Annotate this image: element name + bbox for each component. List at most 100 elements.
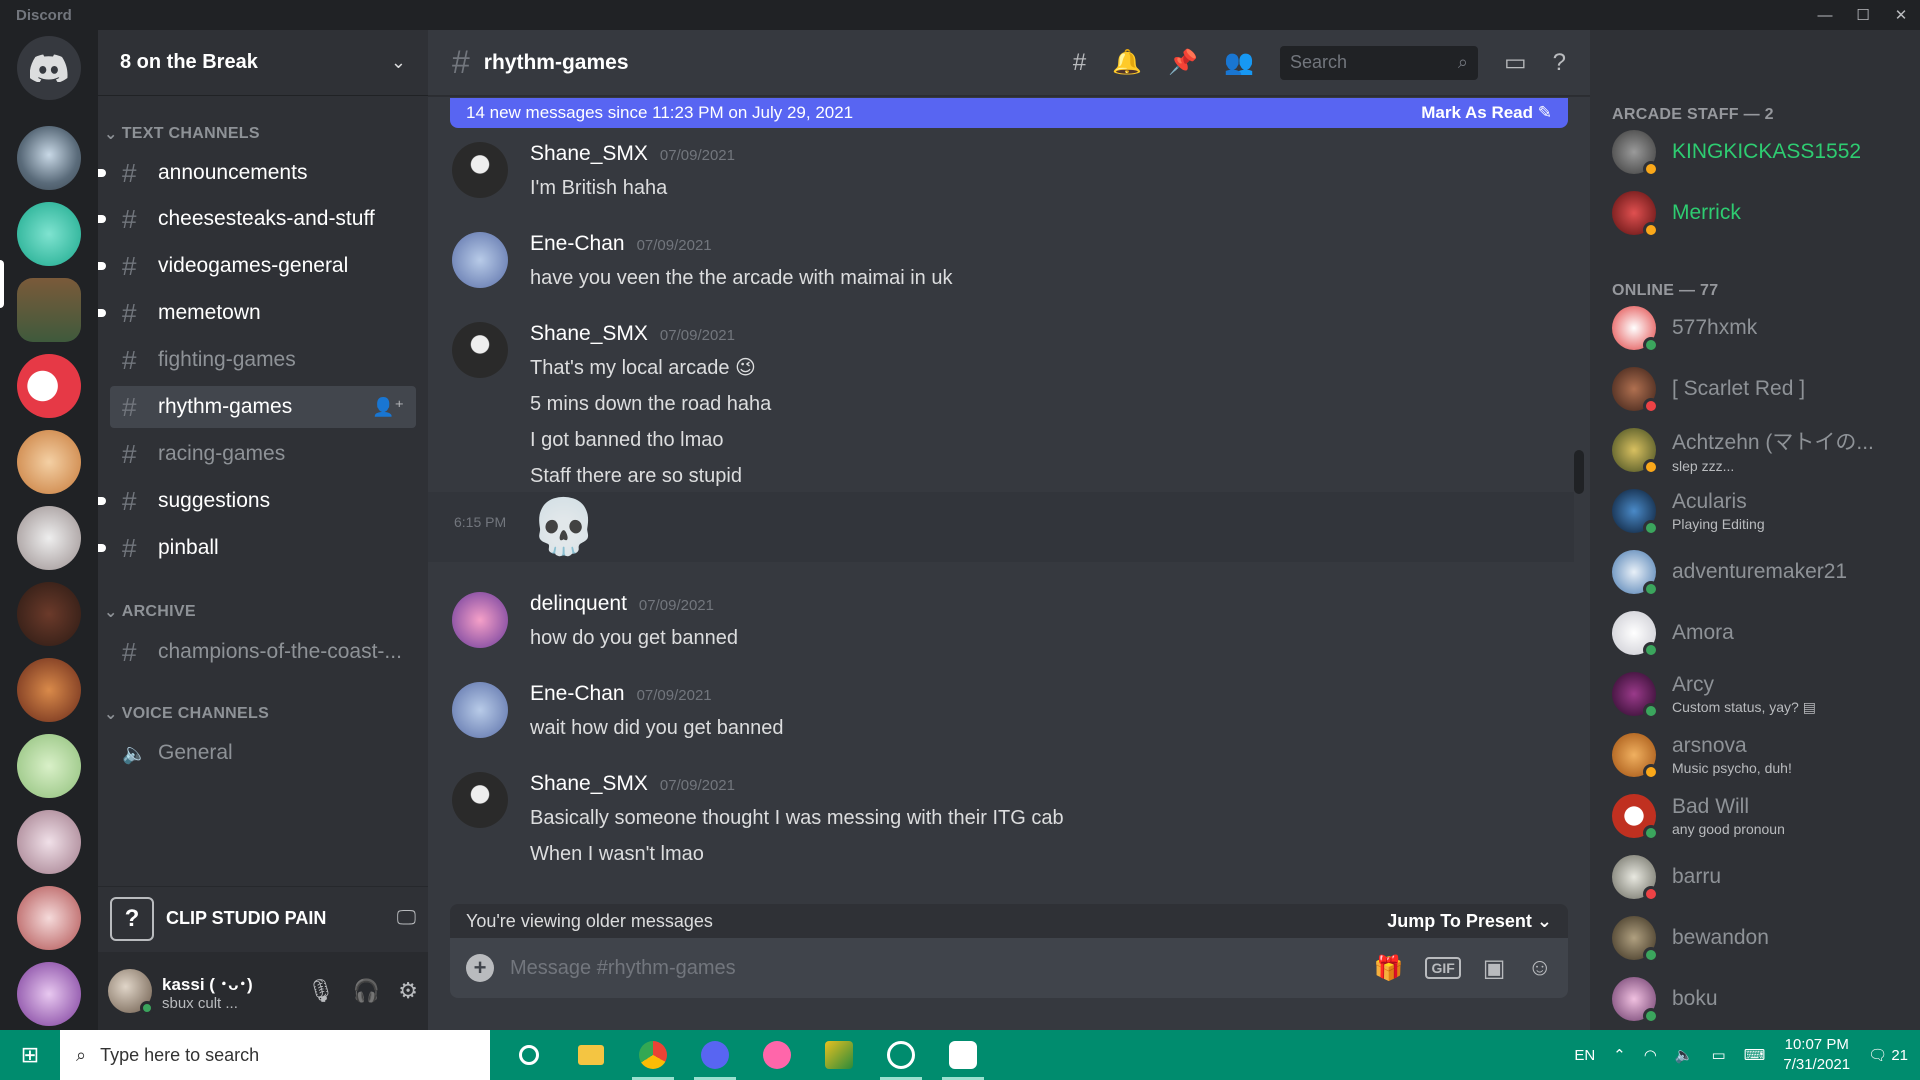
member-item[interactable]: bewandon — [1612, 910, 1908, 966]
help-icon[interactable]: ? — [1553, 49, 1566, 77]
osu-icon[interactable] — [746, 1030, 808, 1080]
server-icon[interactable] — [17, 810, 81, 874]
member-item[interactable]: boku — [1612, 971, 1908, 1027]
taskbar-search-input[interactable]: ⌕ Type here to search — [60, 1030, 490, 1080]
category-voice-channels[interactable]: ⌄ VOICE CHANNELS — [104, 704, 269, 724]
server-icon[interactable] — [17, 430, 81, 494]
wifi-icon[interactable]: ◠ — [1644, 1046, 1657, 1064]
server-icon[interactable] — [17, 582, 81, 646]
member-item[interactable]: arsnova Music psycho, duh! — [1612, 727, 1908, 783]
pin-icon[interactable]: 📌 — [1168, 48, 1198, 77]
chrome-icon[interactable] — [622, 1030, 684, 1080]
channel-fighting-games[interactable]: # fighting-games — [110, 339, 416, 381]
server-icon-butterfly[interactable] — [17, 202, 81, 266]
member-item[interactable]: [ Scarlet Red ] — [1612, 361, 1908, 417]
sticker-icon[interactable]: ▣ — [1483, 954, 1506, 983]
message-author[interactable]: Ene-Chan — [530, 682, 625, 706]
avatar[interactable] — [108, 969, 154, 1015]
threads-icon[interactable]: # — [1073, 49, 1086, 77]
minimize-button[interactable]: — — [1806, 0, 1844, 30]
member-item[interactable]: KINGKICKASS1552 — [1612, 124, 1908, 180]
member-item[interactable]: Amora — [1612, 605, 1908, 661]
category-text-channels[interactable]: ⌄ TEXT CHANNELS — [104, 124, 260, 144]
channel-announcements[interactable]: # announcements — [98, 152, 416, 194]
server-icon-the-break[interactable] — [17, 278, 81, 342]
message-author[interactable]: Shane_SMX — [530, 322, 648, 346]
voice-channel-general[interactable]: 🔈 General — [110, 732, 416, 774]
message-author[interactable]: delinquent — [530, 592, 627, 616]
channel-champions-of-the-coast[interactable]: # champions-of-the-coast-... — [110, 631, 416, 673]
headphones-icon[interactable]: 🎧 — [353, 978, 380, 1004]
message-author[interactable]: Shane_SMX — [530, 772, 648, 796]
server-icon[interactable] — [17, 126, 81, 190]
guild-header[interactable]: 8 on the Break ⌄ — [98, 30, 428, 96]
jump-to-present-button[interactable]: Jump To Present ⌄ — [1387, 911, 1552, 932]
battery-icon[interactable]: ▭ — [1712, 1046, 1726, 1064]
windows-start-icon[interactable]: ⊞ — [0, 1030, 60, 1080]
mark-as-read-button[interactable]: Mark As Read ✎ — [1421, 103, 1552, 123]
server-icon[interactable] — [17, 886, 81, 950]
member-item[interactable]: 577hxmk — [1612, 300, 1908, 356]
notification-center-icon[interactable]: 🗨 21 — [1868, 1046, 1908, 1064]
add-attachment-icon[interactable]: + — [466, 954, 494, 982]
gif-button[interactable]: GIF — [1425, 957, 1461, 979]
member-item[interactable]: barru — [1612, 849, 1908, 905]
avatar[interactable] — [452, 592, 508, 648]
member-item[interactable]: Acularis Playing Editing — [1612, 483, 1908, 539]
avatar[interactable] — [452, 142, 508, 198]
input-language[interactable]: EN — [1574, 1047, 1595, 1064]
server-icon[interactable] — [17, 658, 81, 722]
cortana-icon[interactable] — [498, 1030, 560, 1080]
member-item[interactable]: Arcy Custom status, yay? ▤ — [1612, 666, 1908, 722]
channel-memetown[interactable]: # memetown — [98, 292, 416, 334]
user-info[interactable]: kassi ( ･ᴗ･) sbux cult ... — [162, 970, 253, 1012]
clip-studio-icon[interactable] — [870, 1030, 932, 1080]
search-input[interactable]: Search ⌕ — [1279, 45, 1478, 80]
gear-icon[interactable]: ⚙ — [398, 978, 418, 1004]
server-icon[interactable] — [17, 734, 81, 798]
message-input[interactable] — [510, 956, 1374, 980]
member-item[interactable]: Bad Will any good pronoun — [1612, 788, 1908, 844]
home-button[interactable] — [17, 36, 81, 100]
category-archive[interactable]: ⌄ ARCHIVE — [104, 602, 196, 622]
channel-suggestions[interactable]: # suggestions — [98, 480, 416, 522]
chevron-up-icon[interactable]: ⌃ — [1613, 1046, 1626, 1064]
new-messages-bar[interactable]: 14 new messages since 11:23 PM on July 2… — [450, 98, 1568, 128]
avatar[interactable] — [452, 682, 508, 738]
keyboard-icon[interactable]: ⌨ — [1744, 1046, 1766, 1064]
scrollbar[interactable] — [1574, 450, 1584, 494]
member-list-icon[interactable]: 👥 — [1224, 48, 1254, 77]
emoji-icon[interactable]: ☺ — [1527, 954, 1552, 982]
bell-icon[interactable]: 🔔 — [1112, 48, 1142, 77]
avatar[interactable] — [452, 322, 508, 378]
invite-member-icon[interactable]: 👤⁺ — [372, 397, 404, 418]
channel-cheesesteaks-and-stuff[interactable]: # cheesesteaks-and-stuff — [98, 198, 416, 240]
message-author[interactable]: Shane_SMX — [530, 142, 648, 166]
channel-videogames-general[interactable]: # videogames-general — [98, 245, 416, 287]
server-icon[interactable] — [17, 506, 81, 570]
microphone-icon[interactable]: 🎙 — [307, 978, 335, 1004]
discord-taskbar-icon[interactable] — [684, 1030, 746, 1080]
member-item[interactable]: Achtzehn (マトイの... slep zzz... — [1612, 422, 1908, 478]
server-icon[interactable] — [17, 962, 81, 1026]
avatar[interactable] — [452, 232, 508, 288]
gift-icon[interactable]: 🎁 — [1374, 954, 1404, 983]
close-button[interactable]: ✕ — [1882, 0, 1920, 30]
member-item[interactable]: adventuremaker21 — [1612, 544, 1908, 600]
server-icon[interactable] — [17, 354, 81, 418]
file-explorer-icon[interactable] — [560, 1030, 622, 1080]
screen-share-icon[interactable]: 🖵 — [397, 907, 416, 930]
composer-tools: 🎁 GIF ▣ ☺ — [1374, 954, 1552, 983]
maximize-button[interactable]: ☐ — [1844, 0, 1882, 30]
inbox-icon[interactable]: ▭ — [1504, 48, 1527, 77]
message-author[interactable]: Ene-Chan — [530, 232, 625, 256]
channel-rhythm-games[interactable]: # rhythm-games 👤⁺ — [110, 386, 416, 428]
app-icon[interactable] — [808, 1030, 870, 1080]
channel-racing-games[interactable]: # racing-games — [110, 433, 416, 475]
channel-pinball[interactable]: # pinball — [98, 527, 416, 569]
volume-icon[interactable]: 🔈 — [1675, 1046, 1694, 1064]
avatar[interactable] — [452, 772, 508, 828]
member-item[interactable]: Merrick — [1612, 185, 1908, 241]
clip-studio-paint-icon[interactable] — [932, 1030, 994, 1080]
taskbar-clock[interactable]: 10:07 PM 7/31/2021 — [1783, 1035, 1850, 1075]
